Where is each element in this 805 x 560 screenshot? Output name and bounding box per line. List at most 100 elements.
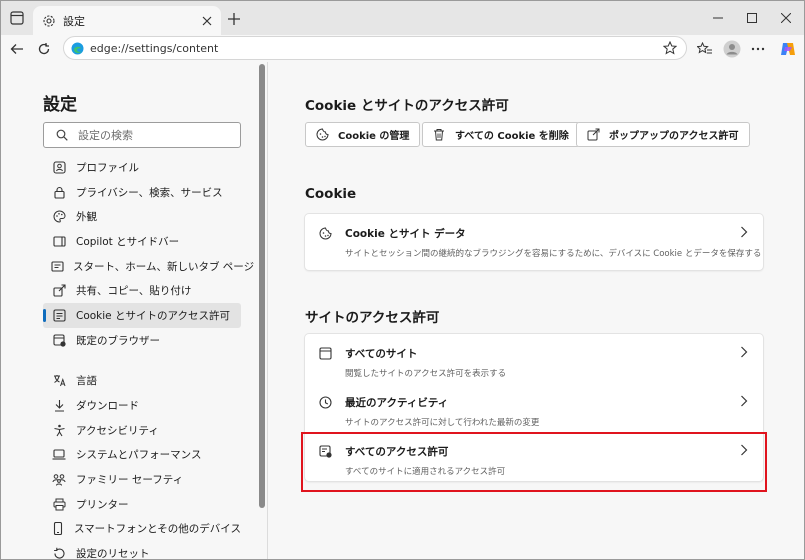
recent-activity-row[interactable]: 最近のアクティビティ サイトのアクセス許可に対して行われた最新の変更 (305, 383, 763, 432)
sidebar-item-accessibility[interactable]: アクセシビリティ (43, 418, 241, 443)
maximize-icon[interactable] (739, 7, 765, 29)
sidebar-item-printers[interactable]: プリンター (43, 492, 241, 517)
toolbar: edge://settings/content (1, 35, 804, 62)
sidebar-item-family[interactable]: ファミリー セーフティ (43, 467, 241, 492)
sidebar-item-languages[interactable]: 言語 (43, 369, 241, 394)
sidebar-item-label: ファミリー セーフティ (76, 474, 184, 487)
new-tab-icon[interactable] (225, 10, 243, 28)
profile-icon (51, 159, 67, 175)
sidebar-item-label: プライバシー、検索、サービス (76, 186, 223, 199)
popup-permissions-button[interactable]: ポップアップのアクセス許可 (576, 122, 750, 147)
row-subtitle: 閲覧したサイトのアクセス許可を表示する (345, 369, 507, 379)
minimize-icon[interactable] (705, 7, 731, 29)
tab-settings[interactable]: 設定 (33, 6, 221, 35)
tab-actions-icon[interactable] (9, 10, 25, 26)
sidebar-item-cookies[interactable]: Cookie とサイトのアクセス許可 (43, 303, 241, 328)
sidebar-item-share[interactable]: 共有、コピー、貼り付け (43, 278, 241, 303)
sidebar-item-label: スタート、ホーム、新しいタブ ページ (73, 260, 255, 273)
download-icon (51, 398, 67, 414)
button-label: ポップアップのアクセス許可 (609, 131, 739, 142)
browser-window: 設定 edge://settings/content 設定 設定の検索 プロファ… (0, 0, 805, 560)
palette-icon (51, 209, 67, 225)
section-title-cookie: Cookie (305, 186, 357, 202)
all-sites-row[interactable]: すべてのサイト 閲覧したサイトのアクセス許可を表示する (305, 334, 763, 383)
sidebar-item-label: 共有、コピー、貼り付け (76, 285, 192, 298)
sidebar-item-start-home[interactable]: スタート、ホーム、新しいタブ ページ (43, 254, 254, 279)
printer-icon (51, 496, 67, 512)
favorites-icon[interactable] (694, 38, 716, 60)
popup-icon (586, 128, 600, 142)
accessibility-icon (51, 422, 67, 438)
sidebar-item-label: ダウンロード (76, 400, 139, 413)
sidebar-title: 設定 (43, 95, 77, 115)
cookie-icon (317, 225, 333, 241)
sidebar-item-label: 言語 (76, 375, 97, 388)
close-window-icon[interactable] (773, 7, 799, 29)
cookie-site-data-row[interactable]: Cookie とサイト データ サイトとセッション間の継続的なブラウジングを容易… (305, 214, 763, 270)
tab-strip: 設定 (1, 1, 804, 35)
sidebar-item-label: プリンター (76, 498, 129, 511)
search-icon (55, 128, 69, 142)
copilot-icon[interactable] (777, 38, 799, 60)
cookie-icon (315, 128, 329, 142)
settings-page: 設定 プロファイル プライバシー、検索、サービス 外観 (1, 62, 804, 559)
close-tab-icon[interactable] (197, 11, 217, 31)
favorite-star-icon[interactable] (660, 38, 680, 58)
site-permissions-card: すべてのサイト 閲覧したサイトのアクセス許可を表示する 最近のアクティビティ サ… (305, 334, 763, 481)
sidebar-item-copilot[interactable]: Copilot とサイドバー (43, 229, 241, 254)
trash-icon (432, 128, 446, 142)
sidebar-item-label: 設定のリセット (76, 548, 150, 560)
sidebar-item-label: スマートフォンとその他のデバイス (73, 523, 241, 536)
reset-icon (51, 546, 67, 559)
sidebar-item-reset[interactable]: 設定のリセット (43, 541, 241, 560)
edge-icon (70, 41, 84, 55)
button-label: Cookie の管理 (338, 131, 410, 142)
settings-search[interactable] (43, 122, 241, 148)
section-title-cookies-permissions: Cookie とサイトのアクセス許可 (305, 98, 509, 114)
url-text: edge://settings/content (90, 41, 219, 55)
cookie-card: Cookie とサイト データ サイトとセッション間の継続的なブラウジングを容易… (305, 214, 763, 270)
avatar[interactable] (721, 38, 743, 60)
refresh-icon[interactable] (33, 38, 55, 60)
sidebar-item-appearance[interactable]: 外観 (43, 204, 241, 229)
back-icon[interactable] (6, 38, 28, 60)
search-input[interactable] (78, 128, 228, 142)
sidebar-item-downloads[interactable]: ダウンロード (43, 393, 241, 418)
language-icon (51, 373, 67, 389)
sidebar-item-label: 既定のブラウザー (76, 334, 160, 347)
sidebar-item-system[interactable]: システムとパフォーマンス (43, 443, 241, 468)
family-icon (51, 472, 67, 488)
sidebar-item-label: Cookie とサイトのアクセス許可 (76, 309, 230, 322)
all-permissions-row[interactable]: すべてのアクセス許可 すべてのサイトに適用されるアクセス許可 (305, 432, 763, 481)
button-label: すべての Cookie を削除 (455, 131, 569, 142)
clock-icon (317, 394, 333, 410)
sidebar-item-phone[interactable]: スマートフォンとその他のデバイス (43, 517, 241, 542)
lock-icon (51, 184, 67, 200)
sidebar-item-default-browser[interactable]: 既定のブラウザー (43, 328, 241, 353)
phone-icon (51, 521, 65, 537)
more-icon[interactable] (747, 38, 769, 60)
gear-icon (41, 13, 57, 29)
sidebar-scrollbar[interactable] (259, 64, 265, 508)
home-tab-icon (51, 258, 64, 274)
cookie-permissions-icon (51, 307, 67, 323)
delete-all-cookies-button[interactable]: すべての Cookie を削除 (422, 122, 580, 147)
row-subtitle: サイトとセッション間の継続的なブラウジングを容易にするために、デバイスに Coo… (345, 249, 762, 259)
row-title: Cookie とサイト データ (345, 228, 466, 240)
settings-main: Cookie とサイトのアクセス許可 Cookie の管理 すべての Cooki… (268, 62, 804, 559)
chevron-right-icon (737, 443, 751, 457)
address-bar[interactable]: edge://settings/content (63, 36, 687, 60)
sidebar-item-profile[interactable]: プロファイル (43, 155, 241, 180)
row-title: すべてのサイト (345, 348, 418, 360)
sidebar-item-label: 外観 (76, 211, 97, 224)
share-icon (51, 283, 67, 299)
sidebar-item-privacy[interactable]: プライバシー、検索、サービス (43, 180, 241, 205)
manage-cookies-button[interactable]: Cookie の管理 (305, 122, 421, 147)
sidebar-icon (51, 233, 67, 249)
site-icon (317, 345, 333, 361)
chevron-right-icon (737, 225, 751, 239)
sidebar-item-label: Copilot とサイドバー (76, 235, 180, 248)
sidebar-item-label: プロファイル (76, 161, 139, 174)
sidebar-item-label: システムとパフォーマンス (76, 449, 202, 462)
